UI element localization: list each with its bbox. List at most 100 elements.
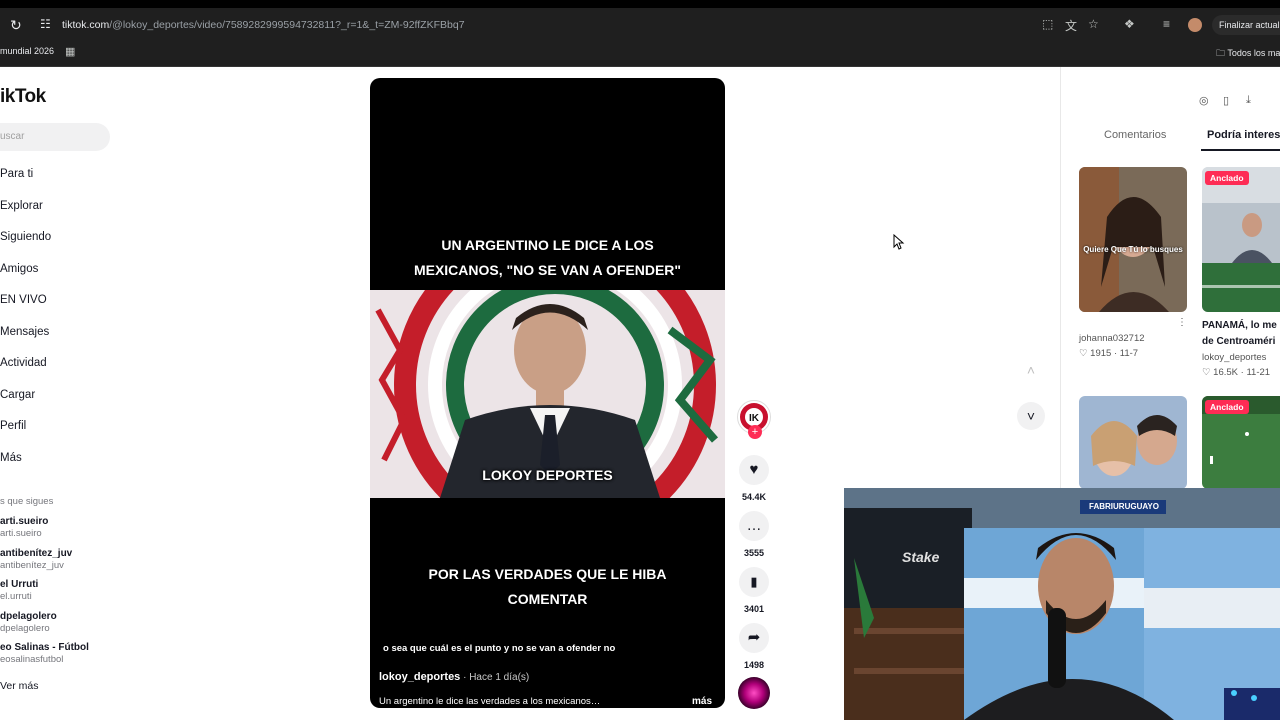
save-button[interactable]: ▮ xyxy=(739,567,769,597)
streamer-name-tag: FABRIURUGUAYO xyxy=(1089,502,1159,511)
bookmark-folder-all[interactable]: 🗀 Todos los ma xyxy=(1216,46,1280,62)
nav-friends[interactable]: Amigos xyxy=(0,263,38,275)
music-disc-icon[interactable] xyxy=(738,677,770,709)
like-button[interactable]: ♥ xyxy=(739,455,769,485)
account-handle: el.urruti xyxy=(0,591,32,602)
following-account[interactable]: arti.sueiro arti.sueiro xyxy=(0,516,48,539)
mouse-cursor-icon xyxy=(893,234,905,250)
suggested-video-thumb[interactable]: Anclado xyxy=(1202,396,1280,489)
extensions-icon[interactable]: ❖ xyxy=(1124,17,1135,31)
svg-text:Stake: Stake xyxy=(902,549,940,565)
save-count: 3401 xyxy=(743,604,765,614)
nav-following[interactable]: Siguiendo xyxy=(0,231,51,243)
comment-button[interactable]: … xyxy=(739,511,769,541)
profile-avatar[interactable] xyxy=(1188,18,1202,32)
tab-suggested[interactable]: Podría interesarte xyxy=(1207,129,1280,141)
suggested-author[interactable]: lokoy_deportes xyxy=(1202,352,1266,363)
thumbnail-image xyxy=(1202,167,1280,312)
video-time: · Hace 1 día(s) xyxy=(460,672,530,683)
suggested-likes: 1915 xyxy=(1090,348,1112,359)
suggested-stats: ♡ 16.5K · 11-21 xyxy=(1202,367,1271,378)
url-path: /@lokoy_deportes/video/75892829995947328… xyxy=(109,19,465,31)
suggested-stats: ♡ 1915 · 11-7 xyxy=(1079,348,1139,359)
browser-toolbar: ↻ ☷ tiktok.com/@lokoy_deportes/video/758… xyxy=(0,0,1280,40)
video-player[interactable]: UN ARGENTINO LE DICE A LOS MEXICANOS, "N… xyxy=(370,78,725,708)
bookmark-folder-label: Todos los ma xyxy=(1227,48,1280,58)
suggested-date: 11-7 xyxy=(1119,348,1139,359)
video-description: Un argentino le dice las verdades a los … xyxy=(379,696,601,707)
folder-icon: 🗀 xyxy=(1216,48,1226,58)
nav-activity[interactable]: Actividad xyxy=(0,357,47,369)
nav-more[interactable]: Más xyxy=(0,452,22,464)
bookmark-star-icon[interactable]: ☆ xyxy=(1088,17,1099,31)
following-account[interactable]: eo Salinas - Fútbol eosalinasfutbol xyxy=(0,642,89,665)
see-more-link[interactable]: Ver más xyxy=(0,680,39,692)
chevron-down-icon: ˅ xyxy=(1026,408,1036,424)
following-account[interactable]: el Urruti el.urruti xyxy=(0,579,38,602)
suggested-likes: 16.5K xyxy=(1213,367,1238,378)
mobile-icon[interactable]: ▯ xyxy=(1223,94,1229,107)
search-input[interactable]: uscar xyxy=(0,123,110,151)
nav-profile[interactable]: Perfil xyxy=(0,420,26,432)
video-caption-bottom-1: POR LAS VERDADES QUE LE HIBA xyxy=(428,566,667,582)
account-handle: antibenítez_juv xyxy=(0,560,64,571)
following-accounts-title: s que sigues xyxy=(0,496,54,507)
suggested-date: 11-21 xyxy=(1246,367,1271,378)
suggested-video-thumb[interactable]: Anclado xyxy=(1202,167,1280,312)
account-name: arti.sueiro xyxy=(0,516,49,527)
more-button[interactable]: más xyxy=(692,696,712,707)
more-options-icon[interactable]: ⋮ xyxy=(1177,317,1187,328)
heart-outline-icon: ♡ xyxy=(1202,367,1211,378)
suggested-video-thumb[interactable]: Quiere Que Tú lo busques xyxy=(1079,167,1187,312)
tab-strip xyxy=(0,0,1280,8)
apps-grid-icon[interactable]: ▦ xyxy=(65,45,75,58)
nav-for-you[interactable]: Para ti xyxy=(0,168,33,180)
tab-search-icon[interactable]: ≡ xyxy=(1163,17,1170,31)
svg-text:IK: IK xyxy=(749,413,760,424)
suggested-author[interactable]: johanna032712 xyxy=(1079,333,1145,344)
video-author[interactable]: lokoy_deportes xyxy=(379,671,460,683)
tiktok-logo[interactable]: ikTok xyxy=(0,86,46,108)
previous-video-button[interactable]: ˄ xyxy=(1017,356,1045,384)
bookmarks-bar: mundial 2026 ▦ 🗀 Todos los ma xyxy=(0,40,1280,67)
thumbnail-image xyxy=(1079,167,1187,312)
install-app-icon[interactable]: ⬚ xyxy=(1042,17,1053,31)
download-icon[interactable]: ⤓ xyxy=(1246,94,1251,107)
tab-comments[interactable]: Comentarios xyxy=(1104,129,1166,141)
account-name: dpelagolero xyxy=(0,611,57,622)
next-video-button[interactable]: ˅ xyxy=(1017,402,1045,430)
share-count: 1498 xyxy=(743,660,765,670)
comment-count: 3555 xyxy=(743,548,765,558)
comment-icon: … xyxy=(746,517,762,534)
nav-upload[interactable]: Cargar xyxy=(0,389,35,401)
nav-live[interactable]: EN VIVO xyxy=(0,294,47,306)
translate-icon[interactable]: 文 xyxy=(1065,17,1077,34)
account-name: eo Salinas - Fútbol xyxy=(0,642,89,653)
update-button[interactable]: Finalizar actualización xyxy=(1212,15,1280,35)
share-button[interactable]: ➦ xyxy=(739,623,769,653)
suggested-title-2[interactable]: de Centroaméri xyxy=(1202,334,1275,350)
site-info-icon[interactable]: ☷ xyxy=(40,17,51,31)
following-account[interactable]: dpelagolero dpelagolero xyxy=(0,611,57,634)
compass-icon[interactable]: ◎ xyxy=(1199,94,1209,107)
suggested-video-thumb[interactable] xyxy=(1079,396,1187,489)
bookmark-icon: ▮ xyxy=(750,574,758,589)
heart-outline-icon: ♡ xyxy=(1079,348,1088,359)
suggested-title-1[interactable]: PANAMÁ, lo me xyxy=(1202,318,1277,334)
follow-plus-icon[interactable]: + xyxy=(748,425,762,439)
webcam-overlay: Stake FABRIURUGUAYO xyxy=(844,488,1280,720)
account-name: el Urruti xyxy=(0,579,39,590)
video-caption-top-1: UN ARGENTINO LE DICE A LOS xyxy=(441,237,654,253)
pinned-badge: Anclado xyxy=(1205,400,1249,414)
url-domain: tiktok.com xyxy=(62,19,110,31)
video-overlay-text: LOKOY DEPORTES xyxy=(482,467,613,483)
following-account[interactable]: antibenítez_juv antibenítez_juv xyxy=(0,548,72,571)
nav-messages[interactable]: Mensajes xyxy=(0,326,49,338)
video-caption-bottom-2: COMENTAR xyxy=(507,591,588,607)
reload-icon[interactable]: ↻ xyxy=(10,17,22,34)
nav-explore[interactable]: Explorar xyxy=(0,200,43,212)
address-bar[interactable]: tiktok.com/@lokoy_deportes/video/7589282… xyxy=(62,19,465,31)
bookmark-mundial[interactable]: mundial 2026 xyxy=(0,46,54,56)
account-handle: arti.sueiro xyxy=(0,528,42,539)
share-icon: ➦ xyxy=(747,629,761,646)
